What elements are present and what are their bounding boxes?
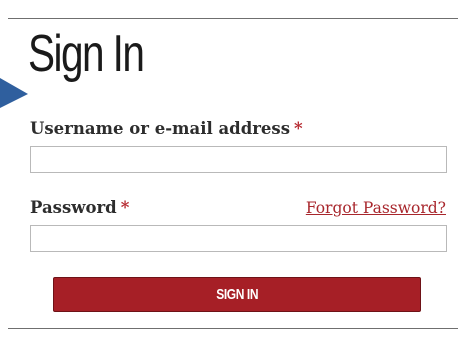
page-title: Sign In	[28, 25, 145, 83]
sign-in-button-label: SIGN IN	[216, 286, 258, 303]
forgot-password-link[interactable]: Forgot Password?	[306, 198, 446, 218]
password-label-text: Password	[30, 198, 117, 217]
username-input[interactable]	[30, 146, 447, 173]
password-input[interactable]	[30, 225, 447, 252]
username-label: Username or e-mail address *	[30, 119, 303, 139]
bottom-divider	[8, 328, 458, 329]
top-divider	[8, 18, 458, 19]
sign-in-button[interactable]: SIGN IN	[53, 277, 421, 312]
password-label: Password *	[30, 198, 129, 218]
username-label-text: Username or e-mail address	[30, 119, 291, 138]
username-required-marker: *	[294, 119, 303, 138]
arrow-icon	[0, 78, 28, 108]
password-required-marker: *	[120, 198, 130, 217]
